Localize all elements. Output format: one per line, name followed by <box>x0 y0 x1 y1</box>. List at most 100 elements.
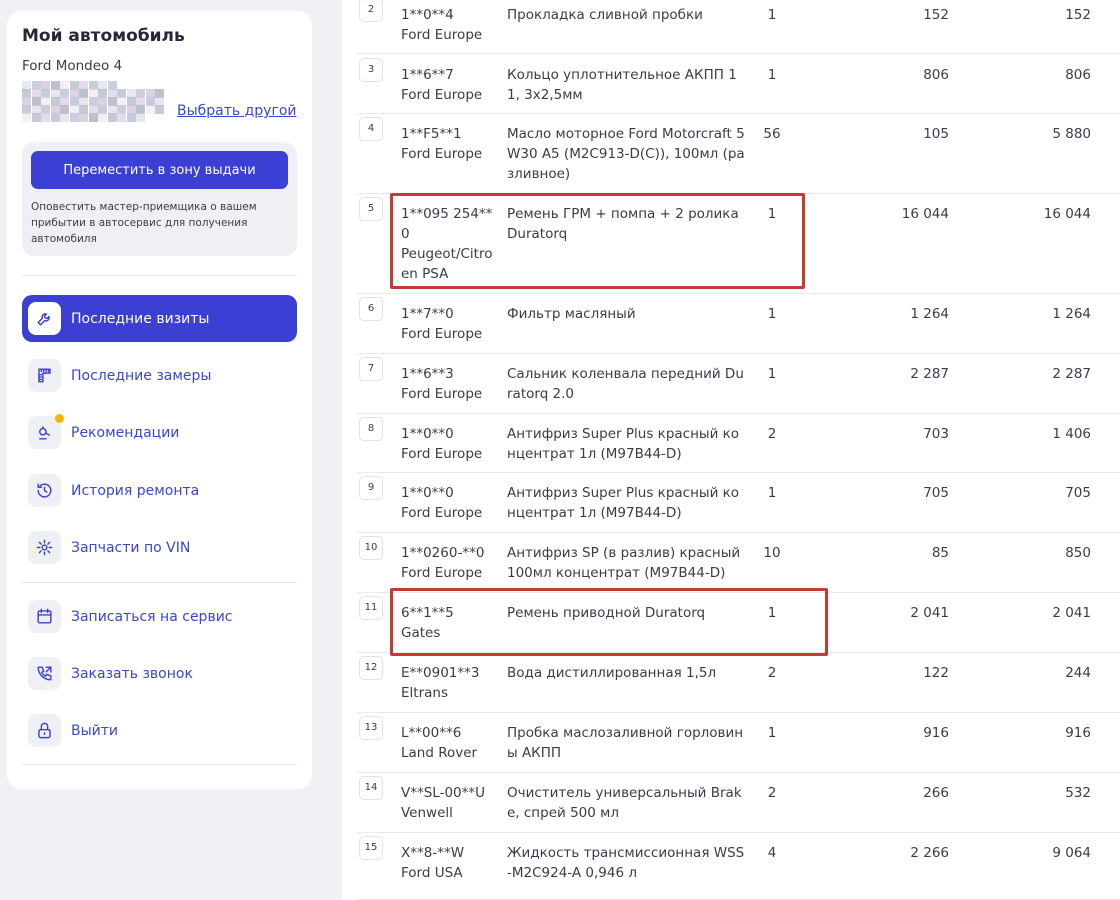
car-title: Мой автомобиль <box>22 26 185 46</box>
part-code: 1**7**0 <box>401 306 454 322</box>
part-code: 1**0**0 <box>401 485 454 501</box>
part-code-cell: V**SL-00**U Venwell <box>401 783 496 823</box>
nav-request-call[interactable]: Заказать звонок <box>22 650 297 697</box>
table-row: 11 6**1**5 Gates Ремень приводной Durato… <box>357 593 1120 653</box>
part-brand: Ford Europe <box>401 446 483 462</box>
row-number: 4 <box>359 117 383 141</box>
part-total: 1 406 <box>1052 426 1091 442</box>
part-quantity: 2 <box>767 426 777 442</box>
row-number: 11 <box>359 596 383 620</box>
part-code-cell: 6**1**5 Gates <box>401 603 496 643</box>
part-brand: Gates <box>401 625 441 641</box>
divider <box>22 764 297 765</box>
part-price: 2 266 <box>910 845 949 861</box>
part-brand: Venwell <box>401 805 453 821</box>
part-name: Антифриз SP (в разлив) красный 100мл кон… <box>507 545 741 581</box>
table-row: 8 1**0**0 Ford Europe Антифриз Super Plu… <box>357 414 1120 473</box>
nav-label: Запчасти по VIN <box>71 539 191 556</box>
part-price: 2 287 <box>910 366 949 382</box>
nav-label: Записаться на сервис <box>71 608 233 625</box>
part-price: 16 044 <box>901 206 949 222</box>
row-number: 15 <box>359 836 383 860</box>
part-total: 152 <box>1065 7 1091 23</box>
nav-label: Заказать звонок <box>71 665 193 682</box>
nav-label: Последние замеры <box>71 367 212 384</box>
part-price: 105 <box>923 126 949 142</box>
nav-repair-history[interactable]: История ремонта <box>22 467 297 514</box>
part-code-cell: E**0901**3 Eltrans <box>401 663 496 703</box>
nav-label: Выйти <box>71 722 119 739</box>
part-code-cell: X**8-**W Ford USA <box>401 843 496 883</box>
part-total: 806 <box>1065 67 1091 83</box>
part-price: 703 <box>923 426 949 442</box>
part-price: 85 <box>931 545 949 561</box>
divider <box>22 582 297 583</box>
table-row: 9 1**0**0 Ford Europe Антифриз Super Plu… <box>357 473 1120 533</box>
nav-book-service[interactable]: Записаться на сервис <box>22 593 297 640</box>
divider <box>22 275 297 276</box>
table-row: 5 1**095 254**0 Peugeot/Citroen PSA Реме… <box>357 194 1120 294</box>
row-number: 7 <box>359 357 383 381</box>
part-code: 1**6**7 <box>401 67 454 83</box>
part-code: 1**6**3 <box>401 366 454 382</box>
part-total: 916 <box>1065 725 1091 741</box>
part-code: V**SL-00**U <box>401 785 486 801</box>
move-to-pickup-zone-button[interactable]: Переместить в зону выдачи <box>31 151 288 189</box>
choose-other-car-link[interactable]: Выбрать другой <box>177 103 297 119</box>
car-model: Ford Mondeo 4 <box>22 58 123 74</box>
part-quantity: 1 <box>767 725 777 741</box>
part-brand: Ford Europe <box>401 505 483 521</box>
history-icon <box>28 474 61 507</box>
part-price: 152 <box>923 7 949 23</box>
part-brand: Ford Europe <box>401 146 483 162</box>
part-code-cell: 1**6**3 Ford Europe <box>401 364 496 404</box>
part-quantity: 1 <box>767 366 777 382</box>
part-price: 916 <box>923 725 949 741</box>
nav-recommendations[interactable]: Рекомендации <box>22 409 297 456</box>
part-name: Прокладка сливной пробки <box>507 7 703 23</box>
part-price: 2 041 <box>910 605 949 621</box>
part-price: 705 <box>923 485 949 501</box>
part-quantity: 1 <box>767 306 777 322</box>
recommendations-icon <box>28 414 64 449</box>
part-brand: Ford Europe <box>401 386 483 402</box>
table-row: 15 X**8-**W Ford USA Жидкость трансмисси… <box>357 833 1120 900</box>
part-quantity: 1 <box>767 485 777 501</box>
part-code-cell: 1**0**0 Ford Europe <box>401 483 496 523</box>
part-brand: Ford Europe <box>401 565 483 581</box>
part-total: 9 064 <box>1052 845 1091 861</box>
part-brand: Ford USA <box>401 865 463 881</box>
part-code-cell: 1**F5**1 Ford Europe <box>401 124 496 164</box>
row-number: 6 <box>359 297 383 321</box>
part-name: Ремень ГРМ + помпа + 2 ролика Duratorq <box>507 206 739 242</box>
part-price: 1 264 <box>910 306 949 322</box>
row-number: 9 <box>359 476 383 500</box>
part-name: Антифриз Super Plus красный концентрат 1… <box>507 426 740 462</box>
nav-last-measurements[interactable]: Последние замеры <box>22 352 297 399</box>
part-brand: Land Rover <box>401 745 478 761</box>
nav-last-visits[interactable]: Последние визиты <box>22 295 297 342</box>
table-row: 10 1**0260-**0 Ford Europe Антифриз SP (… <box>357 533 1120 593</box>
table-row: 3 1**6**7 Ford Europe Кольцо уплотнитель… <box>357 55 1120 114</box>
part-name: Масло моторное Ford Motorcraft 5W30 A5 (… <box>507 126 745 182</box>
nav-logout[interactable]: Выйти <box>22 707 297 754</box>
part-code: 1**0260-**0 <box>401 545 485 561</box>
part-total: 2 041 <box>1052 605 1091 621</box>
part-price: 806 <box>923 67 949 83</box>
part-quantity: 1 <box>767 7 777 23</box>
part-brand: Ford Europe <box>401 87 483 103</box>
nav-parts-by-vin[interactable]: Запчасти по VIN <box>22 524 297 571</box>
part-quantity: 1 <box>767 206 777 222</box>
part-total: 532 <box>1065 785 1091 801</box>
part-quantity: 1 <box>767 605 777 621</box>
part-code-cell: 1**095 254**0 Peugeot/Citroen PSA <box>401 204 496 284</box>
part-code: 6**1**5 <box>401 605 454 621</box>
table-row: 14 V**SL-00**U Venwell Очиститель универ… <box>357 773 1120 833</box>
part-brand: Ford Europe <box>401 326 483 342</box>
part-name: Антифриз Super Plus красный концентрат 1… <box>507 485 740 521</box>
part-total: 705 <box>1065 485 1091 501</box>
row-number: 12 <box>359 656 383 680</box>
part-name: Пробка маслозаливной горловины АКПП <box>507 725 744 761</box>
part-total: 244 <box>1065 665 1091 681</box>
part-name: Вода дистиллированная 1,5л <box>507 665 717 681</box>
